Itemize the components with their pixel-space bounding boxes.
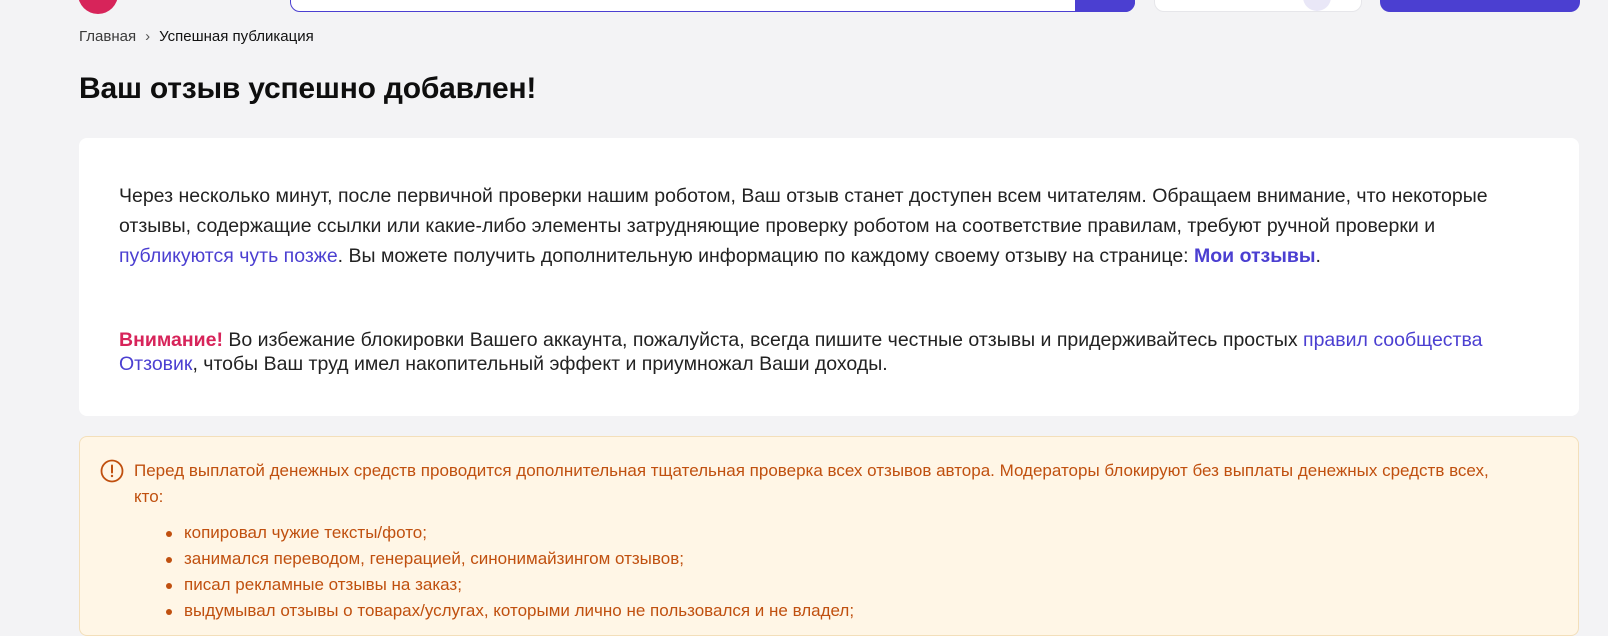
breadcrumb: Главная › Успешная публикация	[79, 28, 314, 45]
success-message: Через несколько минут, после первичной п…	[119, 181, 1529, 271]
bullet-icon	[166, 609, 172, 615]
add-review-button[interactable]	[1380, 0, 1580, 12]
bullet-icon	[166, 557, 172, 563]
warning-message: Внимание! Во избежание блокировки Вашего…	[119, 328, 1529, 376]
success-card: Через несколько минут, после первичной п…	[79, 138, 1579, 416]
user-menu[interactable]	[1154, 0, 1362, 12]
bullet-icon	[166, 583, 172, 589]
breadcrumb-current: Успешная публикация	[159, 28, 314, 45]
warning-text-2: , чтобы Ваш труд имел накопительный эффе…	[192, 353, 888, 375]
bullet-icon	[166, 531, 172, 537]
search-input[interactable]	[290, 0, 1135, 12]
message-end: .	[1315, 245, 1321, 267]
list-item-text: выдумывал отзывы о товарах/услугах, кото…	[184, 601, 855, 620]
exclamation-circle-icon	[100, 459, 124, 483]
notice-list: копировал чужие тексты/фото; занимался п…	[166, 520, 855, 624]
site-logo[interactable]	[78, 0, 118, 14]
list-item: выдумывал отзывы о товарах/услугах, кото…	[166, 598, 855, 624]
my-reviews-link[interactable]: Мои отзывы	[1194, 245, 1316, 267]
avatar[interactable]	[1303, 0, 1331, 11]
published-later-link[interactable]: публикуются чуть позже	[119, 245, 338, 267]
warning-text: Во избежание блокировки Вашего аккаунта,…	[222, 329, 1304, 351]
warning-label: Внимание!	[119, 329, 223, 351]
list-item: занимался переводом, генерацией, синоним…	[166, 546, 854, 572]
message-text: Через несколько минут, после первичной п…	[119, 185, 1488, 237]
list-item-text: копировал чужие тексты/фото;	[184, 523, 427, 542]
message-text-2: . Вы можете получить дополнительную инфо…	[337, 245, 1195, 267]
list-item: писал рекламные отзывы на заказ;	[166, 572, 854, 598]
page-title: Ваш отзыв успешно добавлен!	[79, 72, 537, 105]
notice-text: Перед выплатой денежных средств проводит…	[134, 461, 1489, 506]
payment-notice: Перед выплатой денежных средств проводит…	[79, 436, 1579, 636]
search-button[interactable]	[1075, 0, 1135, 12]
breadcrumb-home-link[interactable]: Главная	[79, 28, 136, 45]
breadcrumb-separator: ›	[145, 28, 151, 45]
list-item-text: занимался переводом, генерацией, синоним…	[184, 549, 684, 568]
list-item: копировал чужие тексты/фото;	[166, 520, 854, 546]
list-item-text: писал рекламные отзывы на заказ;	[184, 575, 462, 594]
header-bar	[0, 0, 1608, 14]
